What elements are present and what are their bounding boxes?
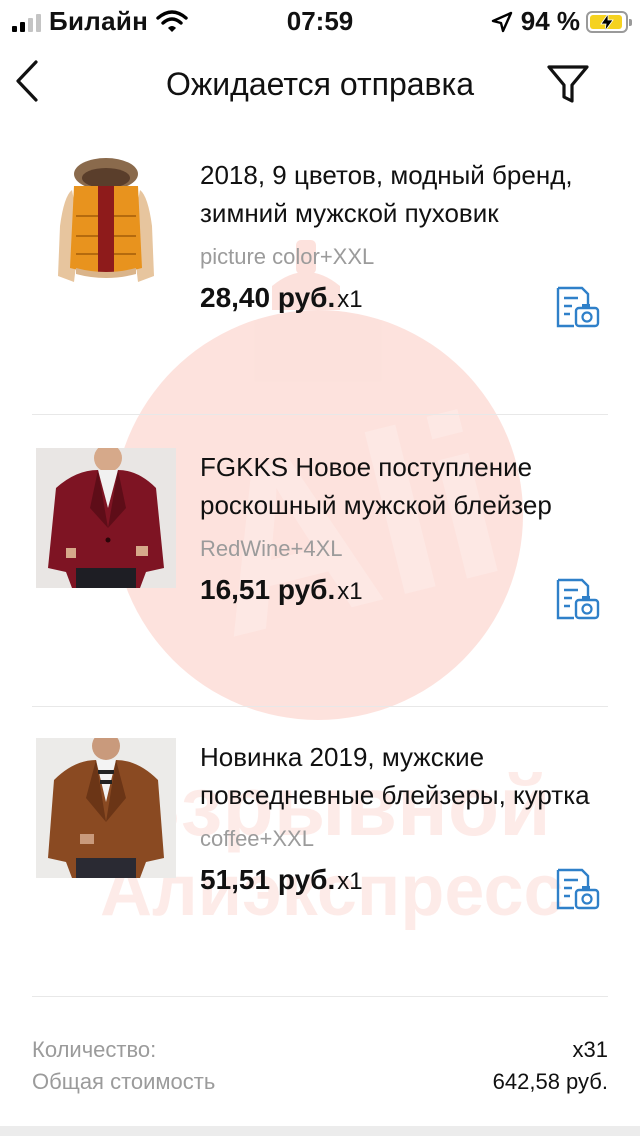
product-variant: picture color+XXL (200, 244, 375, 269)
photo-document-icon[interactable] (554, 284, 602, 330)
list-item[interactable]: Новинка 2019, мужские повседневные блейз… (32, 738, 608, 978)
jacket-image (36, 156, 176, 296)
product-title[interactable]: 2018, 9 цветов, модный бренд, зимний муж… (200, 156, 608, 232)
quantity-label: Количество: (32, 1037, 157, 1062)
battery-icon (586, 10, 632, 33)
quantity-row: Количество: x31 (32, 1034, 608, 1066)
product-quantity: x1 (337, 578, 363, 605)
nav-bar: Ожидается отправка (0, 44, 640, 124)
item-divider (32, 706, 608, 707)
product-title[interactable]: FGKKS Новое поступление роскошный мужско… (200, 448, 608, 524)
total-value: 642,58 руб. (492, 1069, 608, 1094)
product-price: 51,51 руб. (200, 864, 336, 895)
blazer-image (36, 448, 176, 588)
location-arrow-icon (491, 11, 512, 32)
photo-document-icon[interactable] (554, 576, 602, 622)
product-quantity: x1 (337, 286, 363, 313)
quantity-value: x31 (572, 1037, 608, 1062)
photo-document-icon[interactable] (554, 866, 602, 912)
filter-button[interactable] (546, 62, 590, 106)
total-label: Общая стоимость (32, 1069, 216, 1094)
item-divider (32, 996, 608, 997)
product-image[interactable] (36, 156, 176, 296)
product-quantity: x1 (337, 868, 363, 895)
battery-percent: 94 % (520, 6, 580, 36)
list-item[interactable]: FGKKS Новое поступление роскошный мужско… (32, 448, 608, 688)
total-row: Общая стоимость 642,58 руб. (32, 1066, 608, 1098)
product-title[interactable]: Новинка 2019, мужские повседневные блейз… (200, 738, 608, 814)
product-variant: RedWine+4XL (200, 536, 343, 561)
bottom-strip (0, 1126, 640, 1136)
status-bar: Билайн 07:59 94 % (0, 0, 640, 40)
price-row: 28,40 руб. x1 (200, 282, 363, 314)
product-variant: coffee+XXL (200, 826, 314, 851)
charging-bolt-icon (600, 13, 614, 31)
product-image[interactable] (36, 448, 176, 588)
product-price: 28,40 руб. (200, 282, 336, 313)
order-summary: Количество: x31 Общая стоимость 642,58 р… (32, 1034, 608, 1098)
list-item[interactable]: 2018, 9 цветов, модный бренд, зимний муж… (32, 156, 608, 396)
item-divider (32, 414, 608, 415)
blazer-image (36, 738, 176, 878)
price-row: 16,51 руб. x1 (200, 574, 363, 606)
price-row: 51,51 руб. x1 (200, 864, 363, 896)
page-title: Ожидается отправка (165, 66, 475, 102)
product-image[interactable] (36, 738, 176, 878)
product-price: 16,51 руб. (200, 574, 336, 605)
